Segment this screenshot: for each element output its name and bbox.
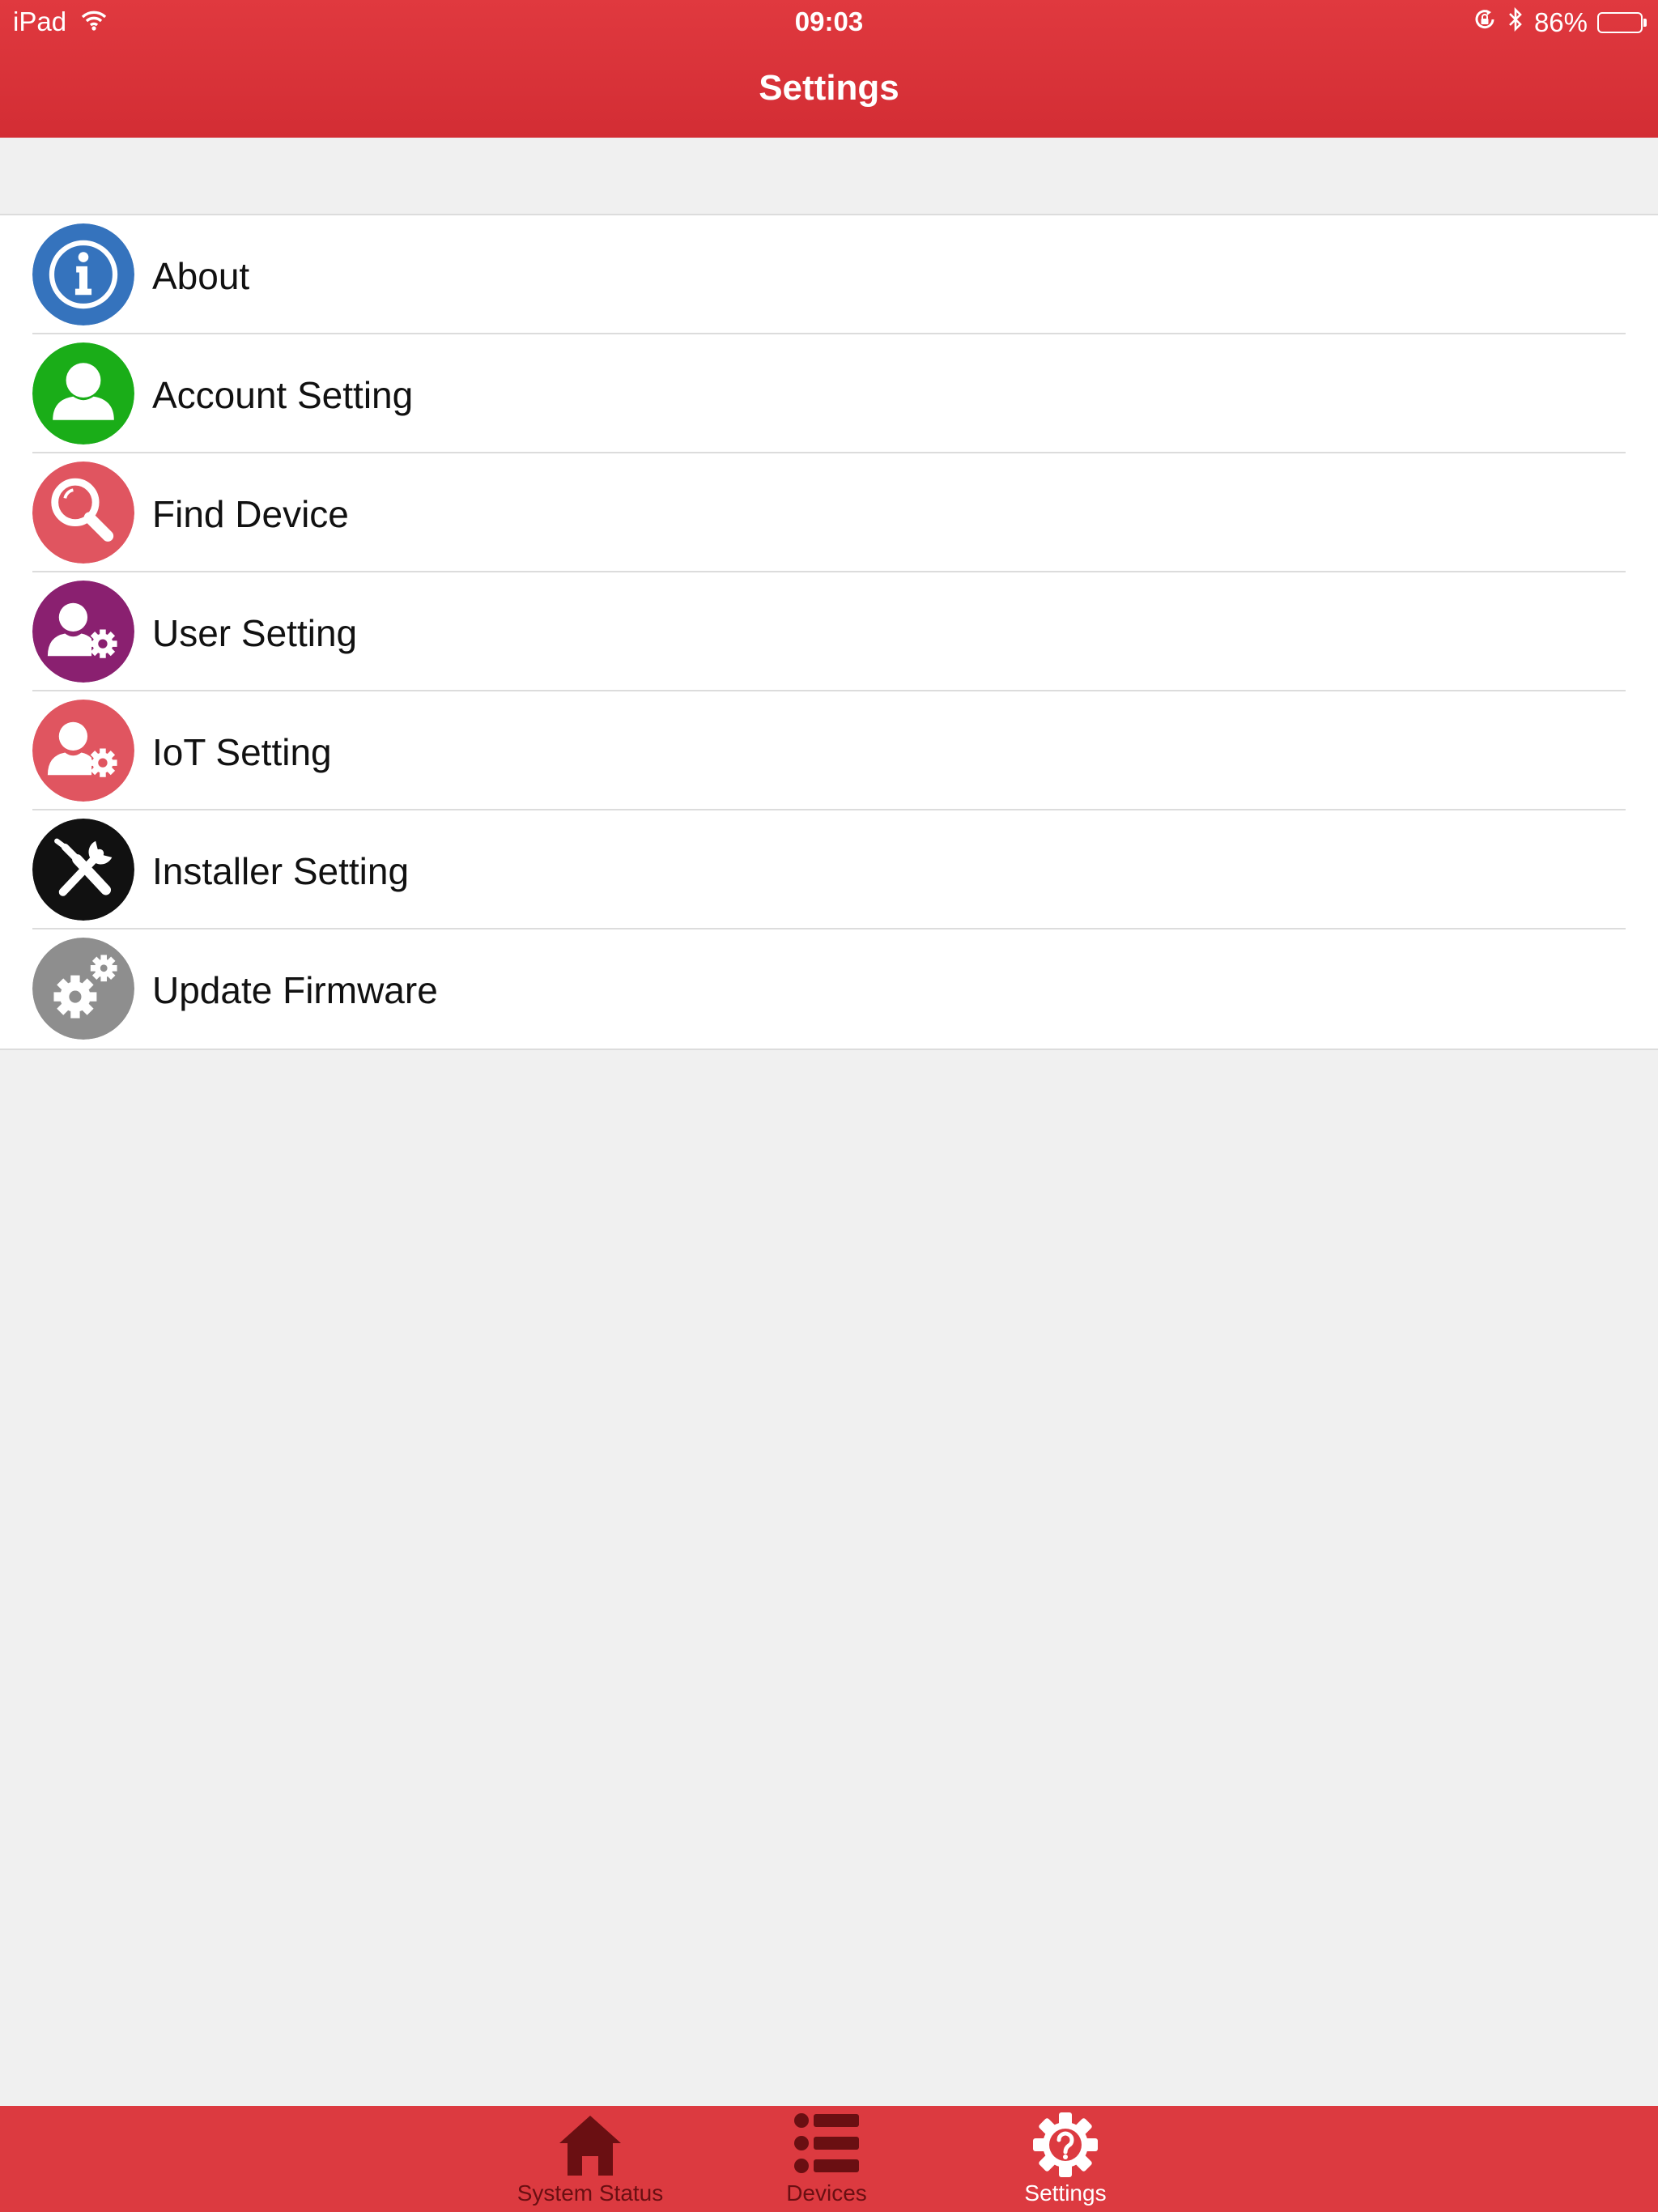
bluetooth-icon [1507,6,1524,39]
menu-item-find-device[interactable]: Find Device [0,453,1658,572]
tab-devices[interactable]: Devices [721,2106,932,2212]
tab-label: Devices [786,2180,867,2206]
menu-item-label: User Setting [152,612,358,654]
menu-item-installer-setting[interactable]: Installer Setting [0,810,1658,929]
navigation-header: iPad 09:03 86% Settings [0,0,1658,138]
gears-icon [32,938,134,1040]
menu-item-user-setting[interactable]: User Setting [0,572,1658,691]
battery-percent: 86% [1533,7,1588,37]
tab-label: Settings [1024,2180,1107,2206]
tools-icon [32,819,134,921]
menu-item-iot-setting[interactable]: IoT Setting [0,691,1658,810]
user-icon [32,342,134,445]
user-gear-icon [32,700,134,802]
menu-item-label: IoT Setting [152,731,332,773]
rotation-lock-icon [1473,7,1497,38]
menu-item-about[interactable]: About [0,215,1658,334]
menu-item-label: About [152,255,250,297]
menu-item-label: Find Device [152,493,349,535]
tab-system-status[interactable]: System Status [485,2106,695,2212]
menu-item-update-firmware[interactable]: Update Firmware [0,929,1658,1049]
menu-item-label: Update Firmware [152,969,438,1011]
clock: 09:03 [794,6,864,36]
menu-item-account-setting[interactable]: Account Setting [0,334,1658,453]
battery-icon [1597,12,1647,33]
gear-question-icon [1031,2111,1099,2183]
menu-item-label: Account Setting [152,374,414,416]
status-bar: iPad 09:03 86% [0,0,1658,45]
settings-list: About Account Setting Find Device User S… [0,214,1658,1050]
tab-label: System Status [517,2180,664,2206]
list-icon [793,2111,861,2183]
page-title: Settings [759,68,899,108]
magnifier-icon [32,462,134,564]
tab-bar: System Status Devices Settings [0,2106,1658,2212]
info-icon [32,223,134,325]
menu-item-label: Installer Setting [152,850,410,892]
user-gear-icon [32,581,134,683]
tab-settings[interactable]: Settings [960,2106,1171,2212]
home-icon [556,2111,624,2183]
